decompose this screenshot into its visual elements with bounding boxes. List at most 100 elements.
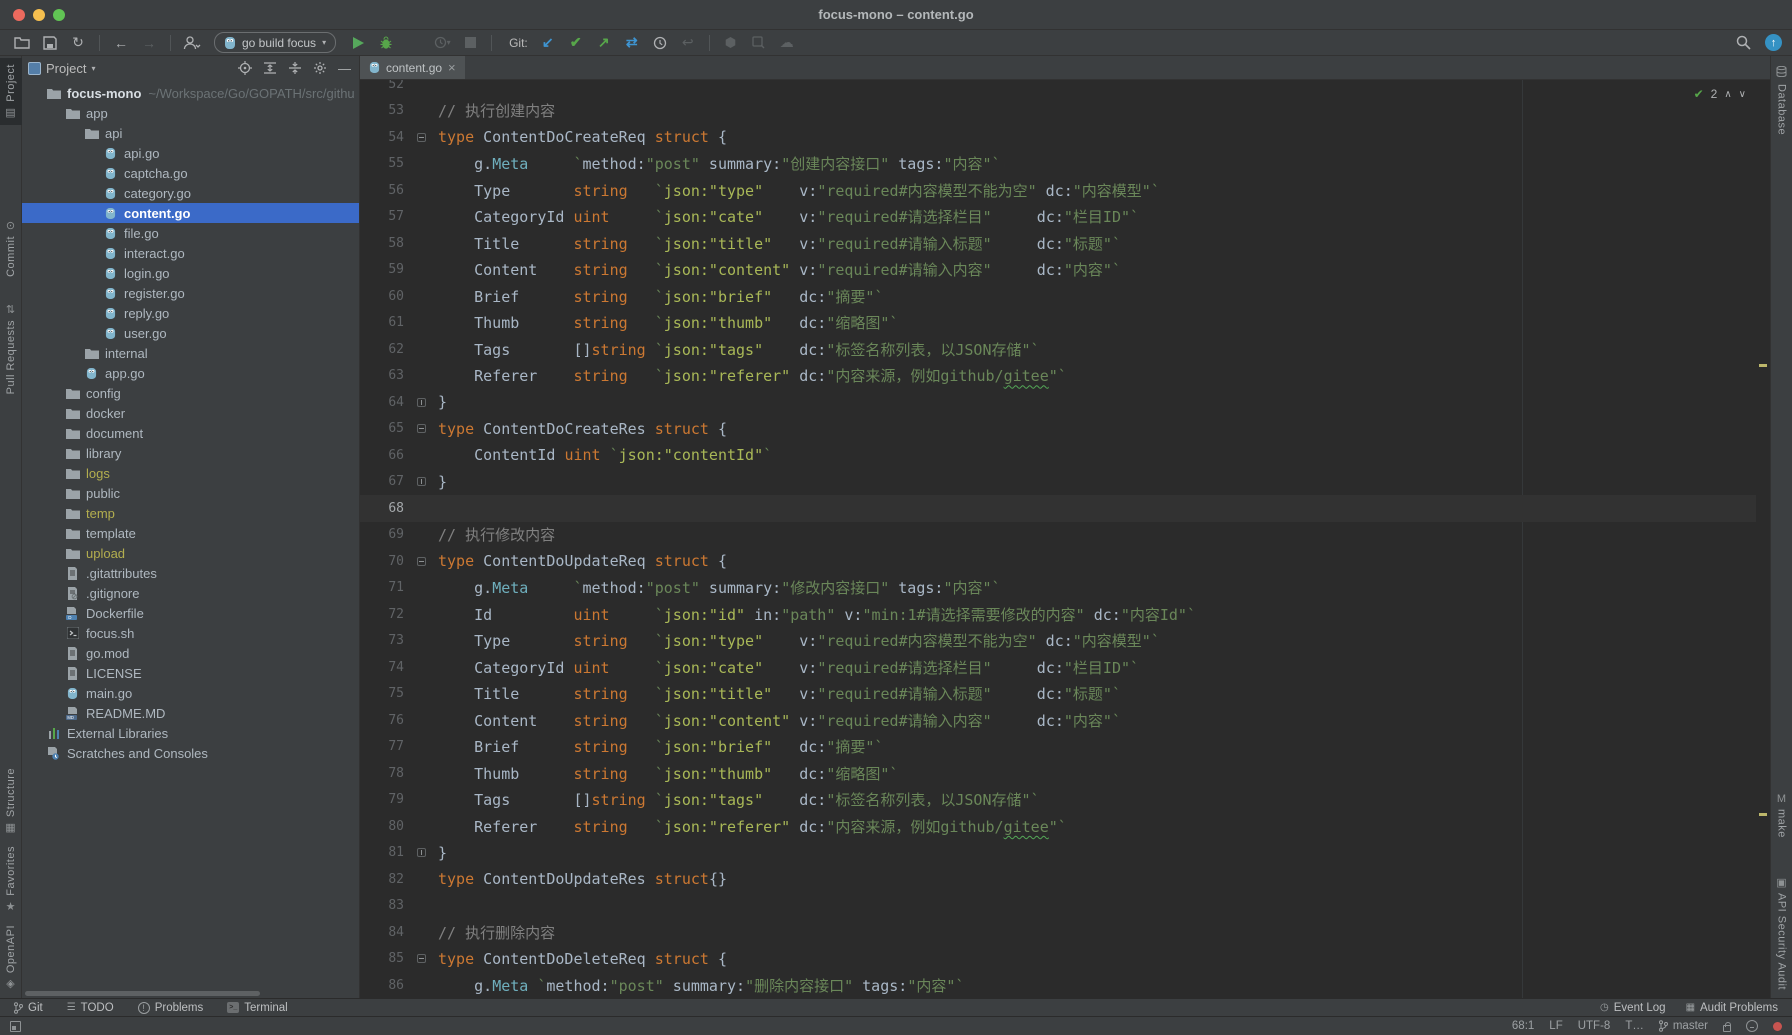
tree-item[interactable]: template	[22, 523, 359, 543]
notification-badge[interactable]	[1773, 1022, 1782, 1031]
line-number[interactable]: 69	[366, 527, 404, 542]
code-line[interactable]: 79 Tags []string `json:"tags" dc:"标签名称列表…	[360, 787, 1756, 814]
tree-item[interactable]: config	[22, 383, 359, 403]
code-line[interactable]: 66 ContentId uint `json:"contentId"`	[360, 442, 1756, 469]
code-line[interactable]: 81}	[360, 840, 1756, 867]
stop-button[interactable]	[458, 32, 482, 54]
chevron-down-icon[interactable]: ▾	[91, 64, 95, 73]
profiler-button[interactable]: ▾	[430, 32, 454, 54]
tree-item[interactable]: focus-mono~/Workspace/Go/GOPATH/src/gith…	[22, 83, 359, 103]
code-line[interactable]: 73 Type string `json:"type" v:"required#…	[360, 628, 1756, 655]
tool-stripe-favorites[interactable]: Favorites ★	[5, 840, 17, 919]
fold-marker-icon[interactable]	[404, 477, 438, 486]
tree-item[interactable]: library	[22, 443, 359, 463]
tree-item[interactable]: .gitattributes	[22, 563, 359, 583]
fold-marker-icon[interactable]	[404, 398, 438, 407]
minimize-window-icon[interactable]	[33, 9, 45, 21]
tree-item[interactable]: document	[22, 423, 359, 443]
line-number[interactable]: 74	[366, 660, 404, 675]
tree-item[interactable]: focus.sh	[22, 623, 359, 643]
indent-style[interactable]: T…	[1625, 1020, 1644, 1032]
tool-stripe-pull-requests[interactable]: ⇅ Pull Requests	[5, 297, 17, 400]
tab-content-go[interactable]: content.go ×	[360, 56, 465, 79]
tree-item[interactable]: internal	[22, 343, 359, 363]
close-tab-icon[interactable]: ×	[448, 61, 456, 74]
tree-item[interactable]: captcha.go	[22, 163, 359, 183]
line-number[interactable]: 84	[366, 925, 404, 940]
tree-item[interactable]: user.go	[22, 323, 359, 343]
git-commit-icon[interactable]: ✔	[564, 32, 588, 54]
code-line[interactable]: 68	[360, 495, 1756, 522]
git-branch-widget[interactable]: master	[1659, 1020, 1708, 1032]
tree-item[interactable]: content.go	[22, 203, 359, 223]
hide-panel-icon[interactable]: —	[338, 61, 351, 76]
code-line[interactable]: 74 CategoryId uint `json:"cate" v:"requi…	[360, 654, 1756, 681]
code-line[interactable]: 80 Referer string `json:"referer" dc:"内容…	[360, 813, 1756, 840]
code-line[interactable]: 54type ContentDoCreateReq struct {	[360, 124, 1756, 151]
search-everywhere-icon[interactable]	[1731, 32, 1755, 54]
line-number[interactable]: 61	[366, 315, 404, 330]
code-line[interactable]: 55 g.Meta `method:"post" summary:"创建内容接口…	[360, 151, 1756, 178]
code-line[interactable]: 77 Brief string `json:"brief" dc:"摘要"`	[360, 734, 1756, 761]
tree-item[interactable]: .gitignore	[22, 583, 359, 603]
tree-item[interactable]: reply.go	[22, 303, 359, 323]
code-editor[interactable]: 52 53// 执行创建内容54type ContentDoCreateReq s…	[360, 80, 1770, 998]
forward-icon[interactable]: →	[137, 32, 161, 54]
tree-item[interactable]: api	[22, 123, 359, 143]
caret-position[interactable]: 68:1	[1512, 1020, 1534, 1032]
back-icon[interactable]: ←	[109, 32, 133, 54]
code-line[interactable]: 85type ContentDoDeleteReq struct {	[360, 946, 1756, 973]
line-number[interactable]: 76	[366, 713, 404, 728]
code-line[interactable]: 83	[360, 893, 1756, 920]
code-line[interactable]: 76 Content string `json:"content" v:"req…	[360, 707, 1756, 734]
locate-file-icon[interactable]	[238, 61, 252, 75]
code-line[interactable]: 75 Title string `json:"title" v:"require…	[360, 681, 1756, 708]
line-number[interactable]: 68	[366, 501, 404, 516]
tree-item[interactable]: docker	[22, 403, 359, 423]
save-icon[interactable]	[38, 32, 62, 54]
line-number[interactable]: 56	[366, 183, 404, 198]
inspection-profile-icon[interactable]	[1746, 1020, 1758, 1032]
code-line[interactable]: 62 Tags []string `json:"tags" dc:"标签名称列表…	[360, 336, 1756, 363]
line-number[interactable]: 64	[366, 395, 404, 410]
sync-icon[interactable]: ↻	[66, 32, 90, 54]
toolwindow-git[interactable]: Git	[14, 1002, 43, 1014]
line-number[interactable]: 86	[366, 978, 404, 993]
code-line[interactable]: 72 Id uint `json:"id" in:"path" v:"min:1…	[360, 601, 1756, 628]
tool-stripe-api-security-audit[interactable]: ▣ API Security Audit	[1776, 870, 1788, 996]
close-window-icon[interactable]	[13, 9, 25, 21]
git-rollback-icon[interactable]: ↩	[676, 32, 700, 54]
line-number[interactable]: 81	[366, 845, 404, 860]
code-line[interactable]: 69// 执行修改内容	[360, 522, 1756, 549]
maximize-window-icon[interactable]	[53, 9, 65, 21]
line-number[interactable]: 67	[366, 474, 404, 489]
cloud-icon[interactable]: ☁	[775, 32, 799, 54]
line-number[interactable]: 83	[366, 898, 404, 913]
warning-mark[interactable]	[1759, 364, 1767, 367]
line-number[interactable]: 52	[366, 80, 404, 92]
tree-item[interactable]: LICENSE	[22, 663, 359, 683]
line-number[interactable]: 75	[366, 686, 404, 701]
line-number[interactable]: 60	[366, 289, 404, 304]
code-line[interactable]: 78 Thumb string `json:"thumb" dc:"缩略图"`	[360, 760, 1756, 787]
code-line[interactable]: 65type ContentDoCreateRes struct {	[360, 416, 1756, 443]
code-line[interactable]: 67}	[360, 469, 1756, 496]
tree-item[interactable]: go.mod	[22, 643, 359, 663]
git-push-icon[interactable]: ↗	[592, 32, 616, 54]
tool-stripe-openapi[interactable]: OpenAPI ◈	[5, 919, 17, 996]
line-separator[interactable]: LF	[1549, 1020, 1562, 1032]
next-problem-icon[interactable]: ∨	[1739, 89, 1746, 100]
git-update-icon[interactable]: ↙	[536, 32, 560, 54]
line-number[interactable]: 62	[366, 342, 404, 357]
toolwindow-event-log[interactable]: ◷ Event Log	[1600, 1002, 1666, 1014]
line-number[interactable]: 70	[366, 554, 404, 569]
fold-marker-icon[interactable]	[404, 954, 438, 963]
fold-marker-icon[interactable]	[404, 133, 438, 142]
line-number[interactable]: 59	[366, 262, 404, 277]
inspections-widget[interactable]: ✔ 2 ∧ ∨	[1694, 87, 1746, 101]
tool-stripe-make[interactable]: M make	[1776, 787, 1788, 844]
tree-item[interactable]: DDockerfile	[22, 603, 359, 623]
code-line[interactable]: 53// 执行创建内容	[360, 98, 1756, 125]
run-configuration-select[interactable]: go build focus ▾	[214, 32, 336, 53]
code-line[interactable]: 56 Type string `json:"type" v:"required#…	[360, 177, 1756, 204]
